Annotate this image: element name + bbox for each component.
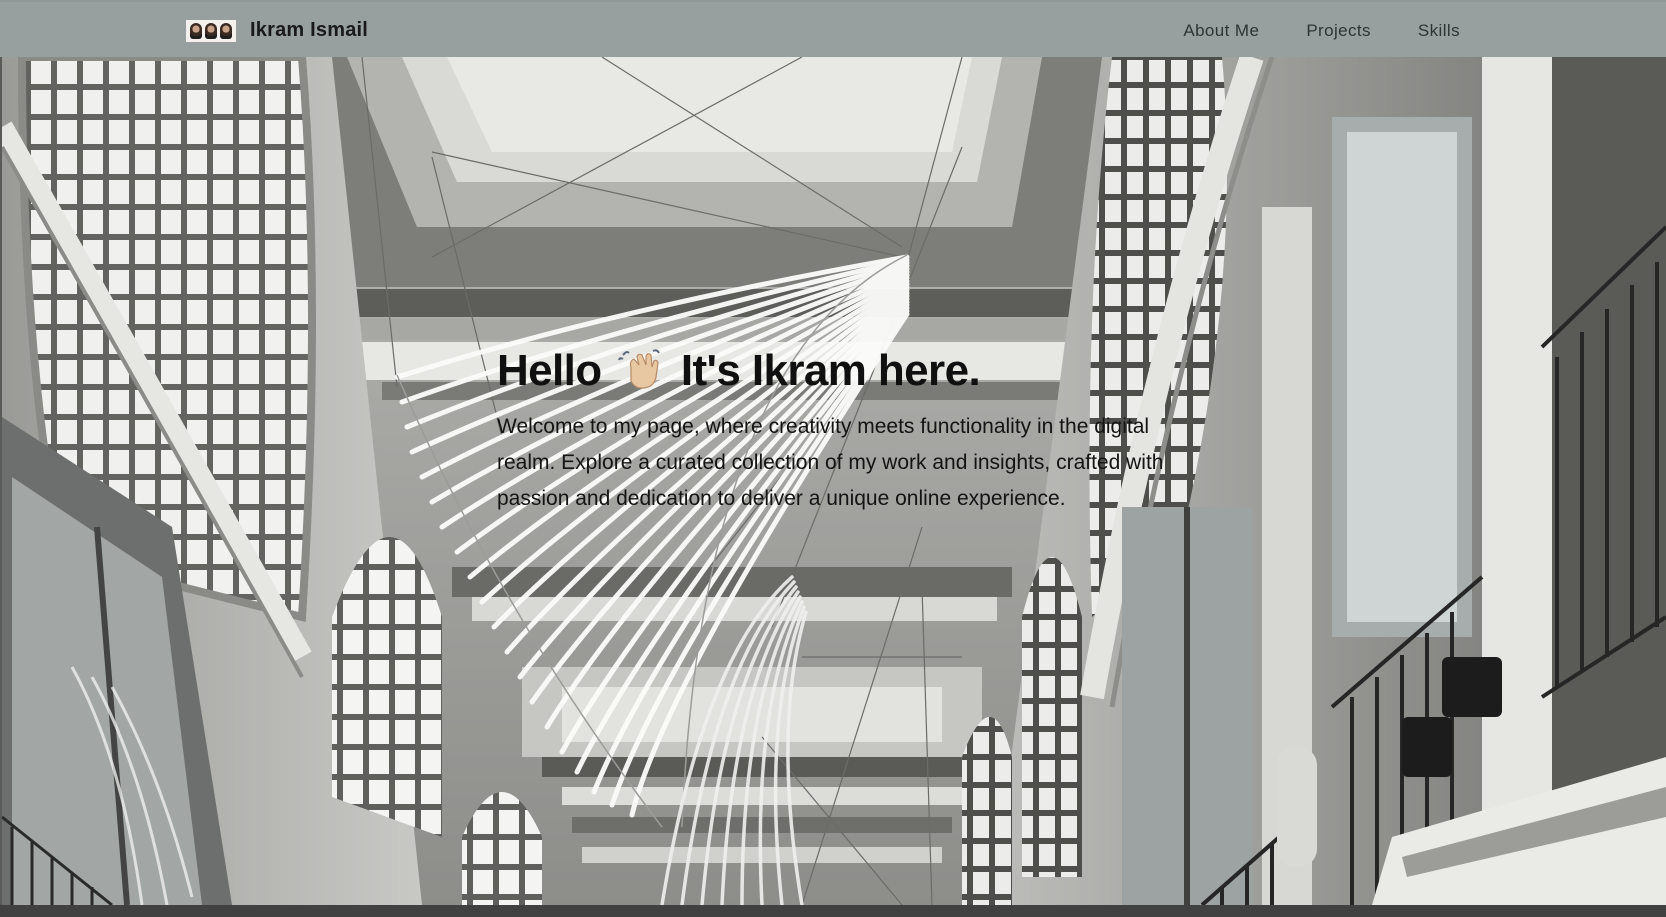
hero-description: Welcome to my page, where creativity mee… (497, 415, 1164, 510)
bottom-bar (0, 905, 1666, 917)
nav-links: About Me Projects Skills (1183, 2, 1460, 59)
hero-heading-greeting: Hello (497, 346, 602, 395)
page-edge (0, 57, 2, 905)
nav-link-skills[interactable]: Skills (1418, 21, 1460, 41)
hero-text: Hello It's Ikram here. Welcome to my pag… (497, 343, 1197, 517)
brand-link[interactable]: Ikram Ismail (186, 2, 368, 59)
waving-hand-icon (618, 349, 661, 389)
portrait-icon (219, 22, 232, 39)
brand-name: Ikram Ismail (250, 19, 369, 41)
nav-link-projects[interactable]: Projects (1306, 21, 1371, 41)
portrait-icon (204, 22, 217, 39)
top-navbar: Ikram Ismail About Me Projects Skills (0, 0, 1666, 57)
portrait-icon (190, 22, 203, 39)
hero-section: Hello It's Ikram here. Welcome to my pag… (2, 57, 1666, 905)
hero-heading-intro: It's Ikram here. (680, 346, 981, 395)
hero-heading: Hello It's Ikram here. (497, 343, 1197, 399)
nav-link-about-me[interactable]: About Me (1183, 21, 1259, 41)
brand-logo (186, 19, 236, 42)
